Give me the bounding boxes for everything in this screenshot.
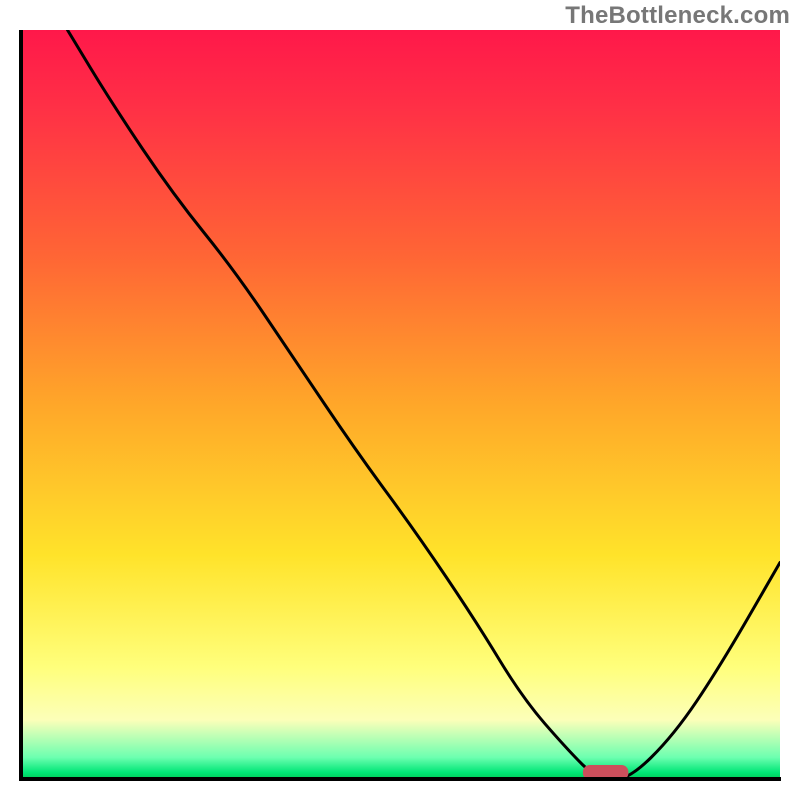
chart-container: TheBottleneck.com — [0, 0, 800, 800]
x-axis-line — [19, 777, 781, 781]
y-axis-line — [19, 30, 23, 781]
chart-overlay-svg — [22, 30, 780, 780]
bottleneck-curve — [68, 30, 781, 780]
watermark-label: TheBottleneck.com — [565, 2, 790, 30]
